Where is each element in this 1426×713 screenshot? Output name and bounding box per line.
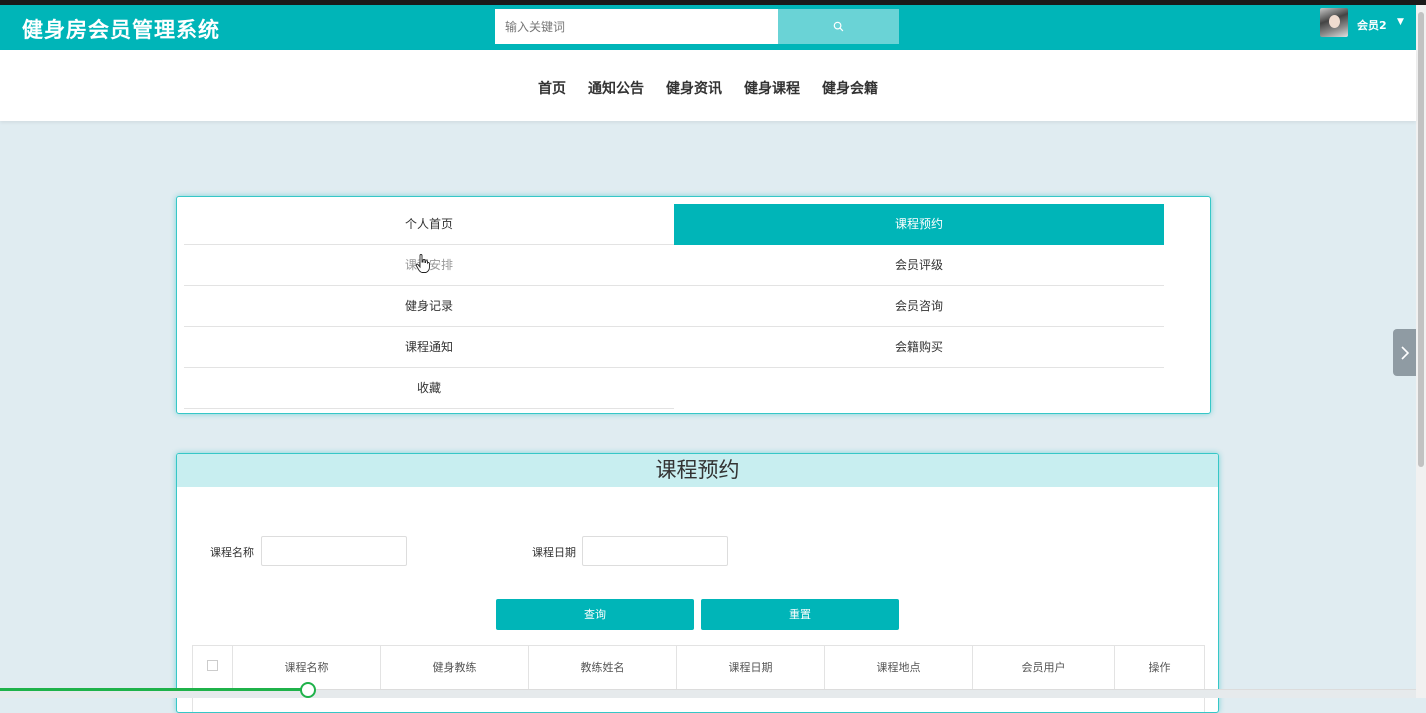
header-trainer: 健身教练 [381, 646, 529, 690]
personal-center-menu: 个人首页 课程预约 课程安排 会员评级 健身记录 会员咨询 课程通知 会籍购买 … [176, 196, 1211, 414]
menu-personal-home[interactable]: 个人首页 [184, 204, 674, 245]
booking-title: 课程预约 [177, 454, 1218, 487]
search-input[interactable] [495, 9, 778, 44]
menu-member-rating[interactable]: 会员评级 [674, 245, 1164, 286]
booking-table: 课程名称 健身教练 教练姓名 课程日期 课程地点 会员用户 操作 [192, 645, 1205, 712]
course-name-label: 课程名称 [210, 546, 254, 559]
header-trainer-name: 教练姓名 [529, 646, 677, 690]
header-course-date: 课程日期 [677, 646, 825, 690]
nav-fitness-courses[interactable]: 健身课程 [744, 78, 800, 98]
header-member-user: 会员用户 [973, 646, 1115, 690]
side-expand-button[interactable] [1393, 329, 1416, 376]
user-name[interactable]: 会员2 [1357, 17, 1387, 33]
course-date-label: 课程日期 [532, 546, 576, 559]
nav-membership[interactable]: 健身会籍 [822, 78, 878, 98]
app-title: 健身房会员管理系统 [22, 18, 220, 42]
caret-down-icon[interactable]: ▼ [1397, 17, 1404, 27]
hand-cursor-icon [415, 254, 431, 278]
chevron-right-icon [1400, 345, 1409, 360]
menu-empty-cell [674, 368, 1164, 408]
nav-home[interactable]: 首页 [538, 78, 566, 98]
header-actions: 操作 [1148, 661, 1171, 674]
reset-button[interactable]: 重置 [701, 599, 899, 630]
menu-course-notice[interactable]: 课程通知 [184, 327, 674, 368]
course-date-input[interactable] [582, 536, 728, 566]
main-nav: 首页 通知公告 健身资讯 健身课程 健身会籍 [0, 50, 1416, 121]
nav-fitness-news[interactable]: 健身资讯 [666, 78, 722, 98]
avatar[interactable] [1320, 8, 1348, 37]
course-booking-panel: 课程预约 课程名称 课程日期 查询 重置 课程名称 健身教练 教练姓名 课程日期… [176, 453, 1219, 713]
menu-favorites[interactable]: 收藏 [184, 368, 674, 409]
menu-membership-purchase[interactable]: 会籍购买 [674, 327, 1164, 368]
menu-member-consult[interactable]: 会员咨询 [674, 286, 1164, 327]
search-button[interactable] [778, 9, 899, 44]
bottom-strip [0, 690, 1416, 698]
course-name-input[interactable] [261, 536, 407, 566]
top-bar: 健身房会员管理系统 会员2 ▼ [0, 5, 1426, 50]
select-all-checkbox[interactable] [207, 660, 218, 671]
progress-knob[interactable] [300, 682, 316, 698]
menu-fitness-record[interactable]: 健身记录 [184, 286, 674, 327]
menu-course-booking[interactable]: 课程预约 [674, 204, 1164, 245]
progress-track [312, 689, 1416, 690]
select-all-cell [193, 646, 233, 690]
header-course-location: 课程地点 [825, 646, 973, 690]
query-button[interactable]: 查询 [496, 599, 694, 630]
progress-bar[interactable] [0, 688, 308, 691]
nav-notices[interactable]: 通知公告 [588, 78, 644, 98]
search-icon [833, 21, 844, 32]
scrollbar-thumb[interactable] [1418, 12, 1424, 467]
